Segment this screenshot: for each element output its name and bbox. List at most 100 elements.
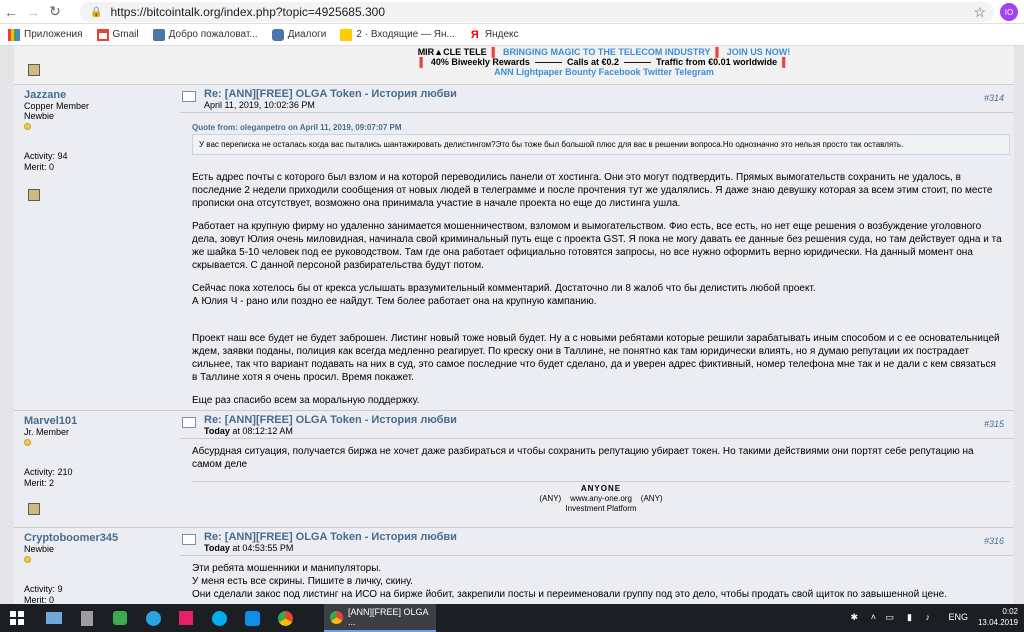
sig-calls: Calls at €0.2 bbox=[566, 57, 620, 67]
post-title[interactable]: Re: [ANN][FREE] OLGA Token - История люб… bbox=[204, 88, 457, 100]
forum-post: Cryptoboomer345 Newbie Activity: 9 Merit… bbox=[14, 527, 1014, 604]
bookmark-label: Приложения bbox=[24, 29, 83, 40]
language-indicator[interactable]: ENG bbox=[948, 612, 968, 622]
windows-start-icon[interactable] bbox=[4, 607, 30, 629]
date-today: Today bbox=[204, 426, 230, 436]
telegram-icon[interactable] bbox=[140, 607, 166, 629]
poster-rank: Copper Member bbox=[24, 101, 90, 111]
poster-username[interactable]: Cryptoboomer345 bbox=[24, 532, 174, 544]
post-body: Эти ребята мошенники и манипуляторы. У м… bbox=[192, 562, 1004, 601]
sig-links[interactable]: ANN Lightpaper Bounty Facebook Twitter T… bbox=[194, 67, 1014, 77]
calculator-icon[interactable] bbox=[74, 607, 100, 629]
post-body: Есть адрес почты с которого был взлом и … bbox=[192, 171, 1004, 407]
chrome-icon[interactable] bbox=[272, 607, 298, 629]
post-date: Today at 04:53:55 PM bbox=[204, 543, 293, 553]
address-bar[interactable]: 🔒 https://bitcointalk.org/index.php?topi… bbox=[80, 2, 994, 22]
bookmarks-bar: Приложения Gmail Добро пожаловат... Диал… bbox=[0, 24, 1024, 46]
poster-info: Jazzane Copper Member Newbie Activity: 9… bbox=[24, 89, 174, 204]
battery-icon[interactable]: ▮ bbox=[907, 612, 912, 623]
network-icon[interactable]: ▭ bbox=[885, 612, 894, 623]
personal-message-icon[interactable] bbox=[28, 503, 40, 515]
post-paragraph: Сейчас пока хотелось бы от крекса услыша… bbox=[192, 283, 816, 307]
sig-subtitle: Investment Platform bbox=[565, 504, 637, 513]
bookmark-dialogs[interactable]: Диалоги bbox=[271, 28, 327, 41]
poster-merit: Merit: 2 bbox=[24, 478, 55, 488]
teamviewer-icon[interactable] bbox=[239, 607, 265, 629]
bookmark-apps[interactable]: Приложения bbox=[8, 28, 83, 41]
reload-icon[interactable]: ↻ bbox=[44, 1, 66, 23]
quote-header[interactable]: Quote from: oleganpetro on April 11, 201… bbox=[192, 123, 1014, 132]
bookmark-label: Диалоги bbox=[287, 29, 327, 40]
volume-icon[interactable]: ♪ bbox=[926, 612, 931, 622]
gmail-icon bbox=[96, 28, 109, 41]
post-date: Today at 08:12:12 AM bbox=[204, 426, 293, 436]
forum-thread: MIR▲CLE TELE ▌ BRINGING MAGIC TO THE TEL… bbox=[14, 46, 1014, 604]
tray-chevron-icon[interactable]: ˄ bbox=[871, 612, 876, 622]
date-today: Today bbox=[204, 543, 230, 553]
poster-activity: Activity: 9 bbox=[24, 584, 63, 594]
clock[interactable]: 0:02 13.04.2019 bbox=[978, 606, 1018, 628]
bookmark-star-icon[interactable]: ☆ bbox=[973, 4, 986, 21]
post-header: Re: [ANN][FREE] OLGA Token - История люб… bbox=[180, 528, 1014, 556]
url-text[interactable]: https://bitcointalk.org/index.php?topic=… bbox=[110, 5, 385, 19]
post-paragraph: Работает на крупную фирму но удаленно за… bbox=[192, 221, 1002, 271]
clock-date: 13.04.2019 bbox=[977, 618, 1018, 627]
post-number[interactable]: #314 bbox=[984, 93, 1004, 103]
signature-banner: MIR▲CLE TELE ▌ BRINGING MAGIC TO THE TEL… bbox=[194, 46, 1014, 80]
bookmark-label: Яндекс bbox=[484, 29, 519, 40]
bookmark-label: Gmail bbox=[112, 29, 139, 40]
post-title[interactable]: Re: [ANN][FREE] OLGA Token - История люб… bbox=[204, 414, 457, 426]
active-window-title: [ANN][FREE] OLGA ... bbox=[348, 607, 429, 627]
sig-join[interactable]: JOIN US NOW! bbox=[727, 47, 791, 57]
date-time: at 08:12:12 AM bbox=[229, 426, 293, 436]
post-icon bbox=[182, 417, 196, 428]
post-paragraph: Еще раз спасибо всем за моральную поддер… bbox=[192, 395, 420, 406]
browser-toolbar: ← → ↻ 🔒 https://bitcointalk.org/index.ph… bbox=[0, 0, 1024, 24]
bluetooth-icon[interactable]: ✱ bbox=[850, 612, 858, 623]
post-icon bbox=[182, 91, 196, 102]
bookmark-yandex[interactable]: Я Яндекс bbox=[469, 29, 519, 41]
sig-title: ANYONE bbox=[580, 484, 622, 493]
back-arrow-icon[interactable]: ← bbox=[0, 1, 22, 23]
poster-merit: Merit: 0 bbox=[24, 162, 55, 172]
file-manager-icon[interactable] bbox=[41, 607, 67, 629]
post-date: April 11, 2019, 10:02:36 PM bbox=[204, 100, 315, 110]
post-signature: ANYONE (ANY) www.any-one.org (ANY) Inves… bbox=[192, 481, 1010, 514]
post-title[interactable]: Re: [ANN][FREE] OLGA Token - История люб… bbox=[204, 531, 457, 543]
windows-taskbar: [ANN][FREE] OLGA ... ✱ ˄ ▭ ▮ ♪ ENG 0:02 … bbox=[0, 604, 1024, 632]
clock-time: 0:02 bbox=[1002, 607, 1018, 616]
post-number[interactable]: #315 bbox=[984, 419, 1004, 429]
post-body: Абсурдная ситуация, получается биржа не … bbox=[192, 445, 1004, 481]
taskbar-active-window[interactable]: [ANN][FREE] OLGA ... bbox=[324, 604, 436, 632]
personal-message-icon[interactable] bbox=[28, 64, 40, 76]
puzzle-app-icon[interactable] bbox=[173, 607, 199, 629]
page-viewport: MIR▲CLE TELE ▌ BRINGING MAGIC TO THE TEL… bbox=[0, 46, 1024, 604]
bookmark-yandex-mail[interactable]: 2 · Входящие — Ян... bbox=[340, 28, 455, 41]
camtasia-icon[interactable] bbox=[107, 607, 133, 629]
sig-link[interactable]: (ANY) www.any-one.org (ANY) bbox=[192, 494, 1010, 504]
poster-info: Marvel101 Jr. Member Activity: 210 Merit… bbox=[24, 415, 174, 518]
bookmark-label: Добро пожаловат... bbox=[168, 29, 258, 40]
sig-brand: MIR▲CLE TELE bbox=[417, 47, 487, 57]
post-header: Re: [ANN][FREE] OLGA Token - История люб… bbox=[180, 411, 1014, 439]
skype-icon[interactable] bbox=[206, 607, 232, 629]
mail-icon bbox=[340, 28, 353, 41]
poster-username[interactable]: Marvel101 bbox=[24, 415, 174, 427]
post-paragraph: Абсурдная ситуация, получается биржа не … bbox=[192, 446, 974, 470]
poster-username[interactable]: Jazzane bbox=[24, 89, 174, 101]
forward-arrow-icon[interactable]: → bbox=[22, 1, 44, 23]
bookmark-vk[interactable]: Добро пожаловат... bbox=[152, 28, 258, 41]
poster-activity: Activity: 94 bbox=[24, 151, 68, 161]
rank-coin-icon bbox=[24, 556, 31, 563]
post-number[interactable]: #316 bbox=[984, 536, 1004, 546]
quote-body: У вас переписка не осталась когда вас пы… bbox=[192, 134, 1010, 155]
bookmark-gmail[interactable]: Gmail bbox=[96, 28, 139, 41]
date-time: at 04:53:55 PM bbox=[229, 543, 294, 553]
poster-activity: Activity: 210 bbox=[24, 467, 73, 477]
rank-coin-icon bbox=[24, 439, 31, 446]
poster-merit: Merit: 0 bbox=[24, 595, 55, 604]
personal-message-icon[interactable] bbox=[28, 189, 40, 201]
vk-icon bbox=[152, 28, 165, 41]
post-header: Re: [ANN][FREE] OLGA Token - История люб… bbox=[180, 85, 1014, 113]
profile-avatar[interactable]: IO bbox=[1000, 3, 1018, 21]
